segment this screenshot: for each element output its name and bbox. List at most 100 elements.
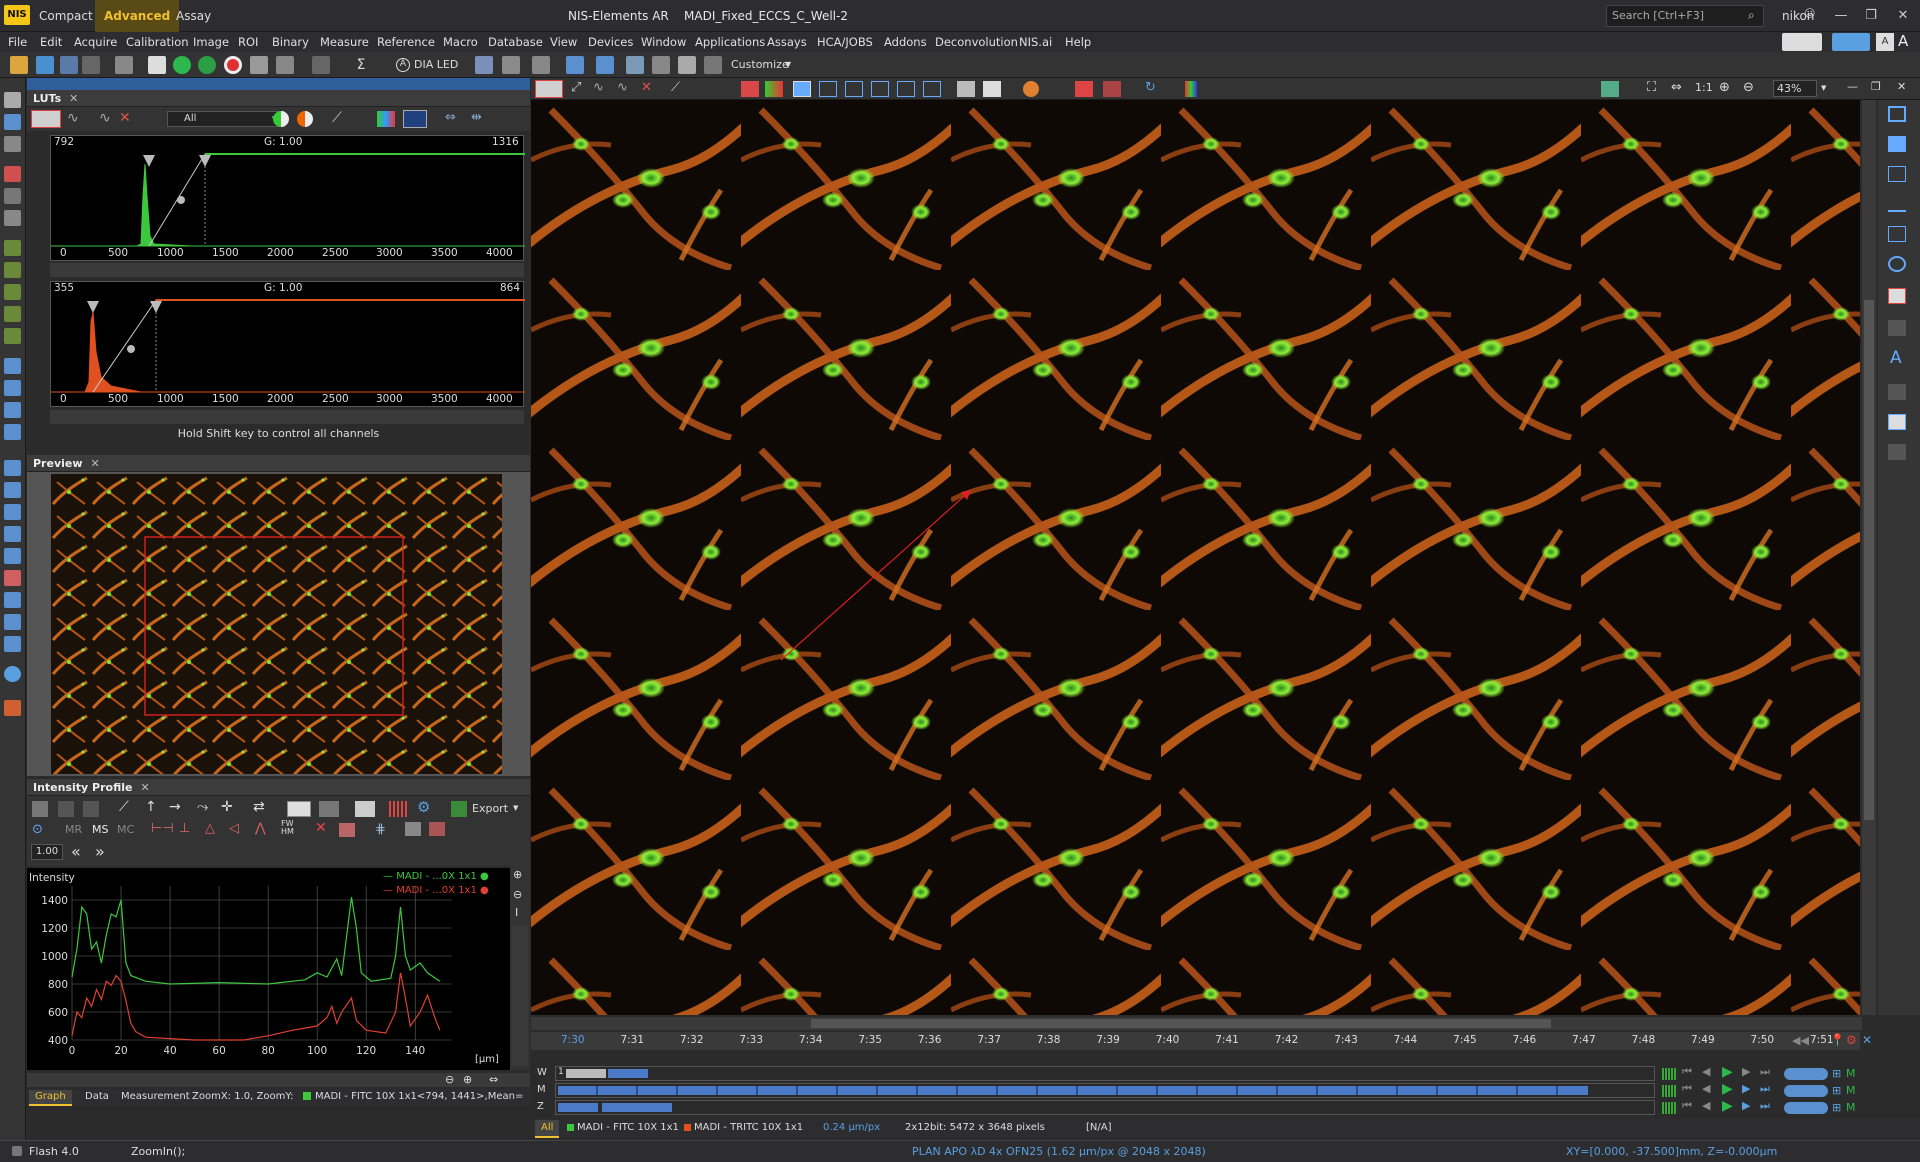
layout-switch-icon[interactable] [1832, 33, 1870, 51]
capture-icon[interactable] [148, 56, 166, 74]
jobs-tool-icon[interactable] [4, 380, 21, 396]
chart-view-icon[interactable] [652, 56, 670, 74]
close-icon[interactable]: ✕ [140, 781, 149, 794]
lut-histogram-green[interactable] [50, 135, 525, 261]
viewer-color-icon[interactable] [1023, 81, 1039, 97]
chart-vertical-scrollbar[interactable] [512, 926, 528, 1066]
image-viewer[interactable] [531, 100, 1860, 1015]
channel-tab-tritc[interactable]: MADI - TRITC 10X 1x1 [694, 1120, 803, 1136]
intensity-chart[interactable]: Intensity 1400 1200 1000 800 600 400 0 20 40 60 80… [27, 868, 510, 1070]
record-icon[interactable] [224, 56, 242, 74]
settings-view-icon[interactable] [626, 56, 644, 74]
viewer-grid-icon[interactable] [871, 81, 889, 97]
vertical-line-icon[interactable]: ↑ [145, 799, 157, 815]
chart-horizontal-scrollbar[interactable]: ⊖ ⊕ ⇔ [27, 1073, 530, 1087]
delete-all-icon[interactable] [339, 823, 355, 837]
polyline-icon[interactable]: ⤳ [197, 799, 208, 815]
lut-fit-icon[interactable]: ⇔ [445, 110, 463, 128]
right-ruler-icon[interactable] [1888, 196, 1906, 212]
w-prev-icon[interactable]: ◀ [1702, 1065, 1710, 1078]
pointer-tool-icon[interactable] [4, 92, 21, 108]
timeline-close-icon[interactable]: ✕ [1862, 1033, 1872, 1047]
fwhm-button[interactable]: FW HM [281, 820, 301, 836]
chevron-down-icon[interactable]: ▼ [1821, 84, 1826, 92]
documents-tool-icon[interactable] [4, 460, 21, 476]
z-mark-icon[interactable]: M [1846, 1101, 1856, 1114]
channel-select[interactable]: All [167, 111, 285, 127]
gear-icon[interactable] [4, 666, 21, 682]
zoom-value-input[interactable]: 1.00 [31, 844, 63, 860]
gear-icon[interactable]: ⚙ [417, 798, 430, 816]
snap-icon[interactable] [250, 56, 268, 74]
viewer-minimize-button[interactable]: — [1847, 80, 1858, 93]
copy-results-icon[interactable] [405, 822, 421, 836]
profile-new-icon[interactable] [32, 801, 48, 817]
open-icon[interactable] [10, 56, 28, 74]
viewer-gamma-icon[interactable]: ⟋ [671, 80, 680, 95]
timeline-gear-icon[interactable]: ⚙ [1846, 1033, 1857, 1047]
font-small-icon[interactable]: A [1876, 33, 1894, 51]
tile-icon[interactable] [566, 56, 584, 74]
right-split-icon[interactable] [1888, 320, 1906, 336]
wells-tool-icon[interactable] [4, 402, 21, 418]
restore-button[interactable]: ❐ [1856, 0, 1886, 32]
viewer-sync-icon[interactable] [1601, 81, 1619, 97]
line-tool-icon[interactable]: ⟋ [119, 799, 129, 815]
scissors-tool-icon[interactable] [4, 188, 21, 204]
layout-view-icon[interactable] [704, 56, 722, 74]
menu-file[interactable]: File [8, 32, 27, 52]
viewer-single-icon[interactable] [793, 81, 811, 97]
macro-tool-icon[interactable] [4, 700, 21, 716]
optical-config-icon[interactable] [312, 56, 330, 74]
viewer-volume-icon[interactable] [923, 81, 941, 97]
viewer-fit-window-icon[interactable]: ⛶ [1647, 80, 1656, 95]
w-slider-thumb[interactable] [566, 1069, 606, 1078]
folders-tool-icon[interactable] [4, 482, 21, 498]
tab-data[interactable]: Data [79, 1090, 115, 1104]
viewer-channels-icon[interactable] [741, 81, 759, 97]
m-first-icon[interactable]: ⏮ [1682, 1082, 1692, 1096]
viewer-zoom-select[interactable]: 43% [1773, 80, 1817, 97]
viewer-refresh-icon[interactable]: ↻ [1145, 80, 1156, 95]
m-speed-slider[interactable] [1784, 1085, 1828, 1097]
menu-macro[interactable]: Macro [443, 32, 478, 52]
viewer-fit-width-icon[interactable]: ⇔ [1671, 80, 1682, 95]
lut-auto-icon[interactable] [31, 110, 61, 128]
live-icon[interactable] [173, 56, 191, 74]
font-large-icon[interactable]: A [1898, 32, 1908, 50]
grid-icon[interactable] [389, 801, 407, 817]
m-add-icon[interactable]: ⊞ [1832, 1084, 1841, 1097]
zoom-in-chevrons-icon[interactable]: » [95, 842, 105, 861]
w-mark-icon[interactable]: M [1846, 1067, 1856, 1080]
menu-roi[interactable]: ROI [238, 32, 258, 52]
menu-view[interactable]: View [550, 32, 577, 52]
sum-icon[interactable]: Σ [352, 56, 370, 74]
m-next-icon[interactable]: ▶ [1742, 1082, 1750, 1095]
viewer-wave-icon[interactable]: ∿ [617, 80, 628, 95]
z-last-icon[interactable]: ⏭ [1760, 1099, 1770, 1113]
pan-tool-icon[interactable] [4, 136, 21, 152]
lut-linear-icon[interactable]: ∿ [99, 110, 117, 128]
viewer-zoom-out-icon[interactable]: ⊖ [1743, 80, 1754, 95]
chart-h-zoom-in-icon[interactable]: ⊕ [463, 1073, 472, 1086]
viewer-tile-icon[interactable] [819, 81, 837, 97]
customize-button[interactable]: Customize [731, 56, 789, 74]
viewer-restore-button[interactable]: ❐ [1871, 80, 1881, 93]
lut-histogram-red[interactable] [50, 281, 525, 407]
viewer-v-thumb[interactable] [1864, 300, 1874, 820]
menu-calibration[interactable]: Calibration [126, 32, 189, 52]
width-measure-icon[interactable]: ⊢⊣ [151, 821, 174, 836]
profile-copy-icon[interactable] [58, 801, 74, 817]
viewer-split-icon[interactable] [845, 81, 863, 97]
viewer-overlay-icon[interactable] [1075, 81, 1093, 97]
menu-window[interactable]: Window [641, 32, 686, 52]
roi-tool-icon[interactable] [4, 166, 21, 182]
close-icon[interactable]: ✕ [69, 92, 78, 105]
m-play-icon[interactable]: ▶ [1722, 1081, 1733, 1097]
lut-channel-green-icon[interactable] [273, 111, 289, 127]
viewer-rgb-icon[interactable] [1185, 81, 1197, 97]
overlay-toggle-icon[interactable] [319, 801, 339, 817]
viewer-layers-icon[interactable] [957, 81, 975, 97]
red-min-handle[interactable] [87, 301, 99, 313]
right-export-icon[interactable] [1888, 444, 1906, 460]
